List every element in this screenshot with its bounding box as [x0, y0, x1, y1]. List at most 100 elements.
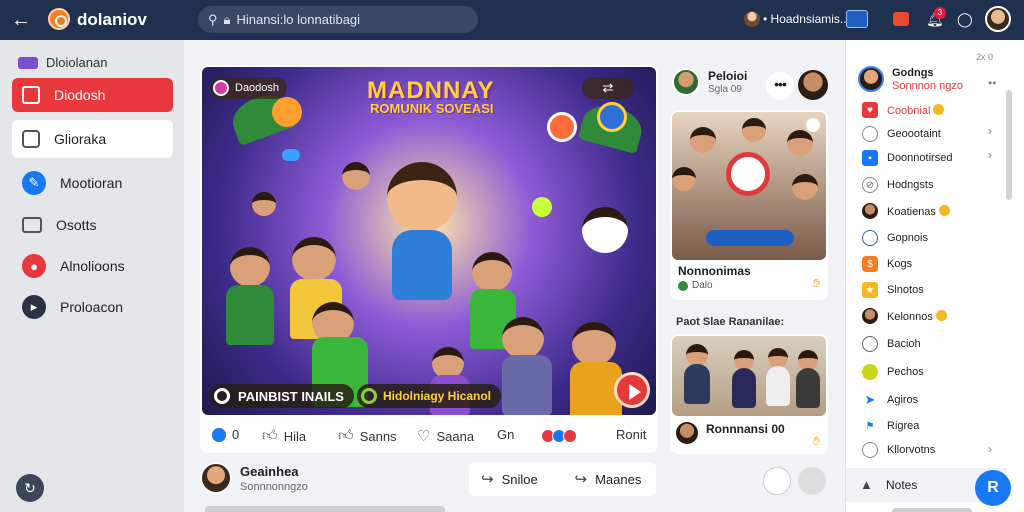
rp-item-rigrea[interactable]: ⚑ Rigrea [862, 418, 1002, 434]
card-avatar[interactable] [676, 422, 698, 444]
emoji-icon [935, 309, 947, 321]
rp-item-label: Slnotos [887, 284, 924, 296]
play-button[interactable] [614, 372, 650, 408]
rp-item-bacioh[interactable]: Bacioh [862, 336, 1002, 352]
left-sidebar: Dloiolanan Diodosh Glioraka ✎ Mootioran … [0, 40, 184, 512]
more-options-icon[interactable]: ••• [766, 72, 794, 100]
smile-button[interactable]: ↪ Sniloe [469, 470, 563, 488]
sidebar-item-proloacon[interactable]: ▸ Proloacon [12, 290, 173, 324]
share-button[interactable]: ♡ Saana [417, 427, 474, 445]
video-card-title: Nonnonimas [678, 264, 751, 278]
rp-item-kelonnos[interactable]: Kelonnos [862, 308, 1002, 324]
video-thumbnail[interactable] [672, 336, 826, 416]
clock-icon [862, 336, 878, 352]
author-subtitle: Sonnnonngzo [240, 480, 308, 493]
market-icon[interactable] [893, 12, 909, 26]
sidebar-header: Dloiolanan [18, 55, 107, 70]
reaction-icons[interactable] [541, 429, 577, 443]
scrollbar[interactable] [1006, 90, 1012, 200]
chevron-right-icon[interactable]: › [988, 124, 992, 138]
right-profile[interactable]: Godngs Sonnnon ngzo [858, 66, 963, 92]
rp-item-hodngsts[interactable]: ⊘ Hodngsts [862, 177, 1002, 193]
emoji-icon[interactable] [798, 467, 826, 495]
person-figure [798, 350, 818, 370]
author-name[interactable]: Geainhea [240, 464, 308, 479]
chevron-right-icon[interactable]: › [988, 442, 992, 456]
ring-icon [361, 388, 377, 404]
video-thumbnail[interactable] [672, 112, 826, 260]
rp-item-kogs[interactable]: $ Kogs [862, 256, 1002, 272]
reactions-summary[interactable]: 0 [212, 427, 239, 442]
orb-decoration [532, 197, 552, 217]
more-button[interactable]: Ronit [616, 427, 646, 442]
rp-item-kllorvotns[interactable]: Kllorvotns [862, 442, 1002, 458]
extra-button[interactable]: Gn [497, 427, 514, 442]
sidebar-item-glioraka[interactable]: Glioraka [12, 120, 173, 158]
group-icon [22, 130, 40, 148]
user-name-text[interactable]: • Hoadnsiamis.. [763, 12, 847, 26]
post-image[interactable]: MADNNAY ROMUNIK SOVEASI Daodosh ⇄ PAINBI… [202, 67, 656, 415]
image-tag[interactable]: Daodosh [210, 77, 288, 99]
sidebar-item-alnolioons[interactable]: ● Alnolioons [12, 249, 173, 283]
compose-button[interactable]: R [975, 470, 1011, 506]
rp-item-coobnial[interactable]: ♥ Coobnial [862, 102, 1002, 118]
video-icon[interactable] [846, 10, 868, 28]
messenger-icon[interactable]: ◯ [957, 11, 973, 28]
comment-label: Sanns [359, 428, 397, 444]
rp-item-gopnois[interactable]: Gopnois [862, 230, 1002, 246]
profile-avatar[interactable] [985, 6, 1011, 32]
author-avatar[interactable] [200, 462, 232, 494]
sidebar-item-mootioran[interactable]: ✎ Mootioran [12, 166, 173, 200]
friend-avatar[interactable] [798, 70, 828, 100]
chevron-right-icon[interactable]: › [988, 148, 992, 162]
rp-item-slnotos[interactable]: ★ Slnotos [862, 282, 1002, 298]
like-button[interactable]: 👍︎ Hila [262, 427, 306, 445]
search-input[interactable] [236, 12, 457, 27]
share-arrow-icon[interactable]: ⇄ [582, 77, 634, 99]
rp-item-label: Geoootaint [887, 128, 941, 140]
live-badge-icon [726, 152, 770, 196]
rp-item-geoootaint[interactable]: Geoootaint [862, 126, 1002, 142]
like-reaction-icon [212, 427, 226, 442]
rp-item-pechos[interactable]: Pechos [862, 364, 1002, 380]
search-bar[interactable]: ⚲ 🔒︎ [198, 6, 478, 33]
app-logo[interactable] [48, 8, 70, 30]
robot-character [582, 207, 628, 253]
sidebar-item-diodosh[interactable]: Diodosh [12, 78, 173, 112]
emoji-icon [933, 103, 945, 115]
story-name[interactable]: Peloioi [708, 69, 747, 83]
story-avatar[interactable] [672, 68, 700, 96]
rp-item-agiros[interactable]: ➤ Agiros [862, 392, 1002, 408]
person-figure-body [796, 368, 820, 408]
more-label: Ronit [616, 427, 647, 442]
person-figure-body [766, 366, 790, 406]
more-options-icon[interactable]: •• [988, 76, 996, 90]
kid-character [252, 192, 276, 216]
wave-icon[interactable]: ✋︎ [813, 434, 820, 449]
refresh-icon[interactable]: ↻ [16, 474, 44, 502]
back-arrow-icon[interactable]: ← [10, 9, 32, 31]
user-avatar-small[interactable] [744, 11, 760, 27]
link-icon: ⊘ [862, 177, 878, 193]
comment-button[interactable]: 👍︎ Sanns [338, 427, 397, 445]
sidebar-item-label: Proloacon [60, 299, 124, 315]
sidebar-item-label: Glioraka [54, 131, 107, 147]
video-card[interactable]: Nonnonimas Dalo ✋︎ [670, 110, 828, 300]
section-label: Paot Slae Rananilae: [676, 316, 785, 328]
story-header[interactable]: Peloioi Sgla 09 [672, 68, 747, 96]
games-icon: ● [22, 254, 46, 278]
sidebar-item-osotts[interactable]: Osotts [12, 208, 173, 242]
share-label: Saana [436, 428, 475, 444]
rp-item-doonnotirsed[interactable]: ▪ Doonnotirsed [862, 150, 1002, 166]
wave-icon[interactable]: ✋︎ [813, 276, 820, 291]
right-profile-avatar[interactable] [858, 66, 884, 92]
flag-icon: ⚑ [862, 418, 878, 434]
close-icon[interactable] [806, 118, 820, 132]
right-profile-name[interactable]: Godngs [892, 67, 963, 79]
messages-button[interactable]: ↪ Maanes [563, 470, 657, 488]
post-author[interactable]: Geainhea Sonnnonngzo [200, 462, 308, 494]
rp-item-koatienas[interactable]: Koatienas [862, 203, 1002, 219]
kid-character-body [502, 355, 552, 415]
video-card[interactable]: Ronnnansi 00 ✋︎ [670, 334, 828, 454]
gift-icon[interactable] [763, 467, 791, 495]
